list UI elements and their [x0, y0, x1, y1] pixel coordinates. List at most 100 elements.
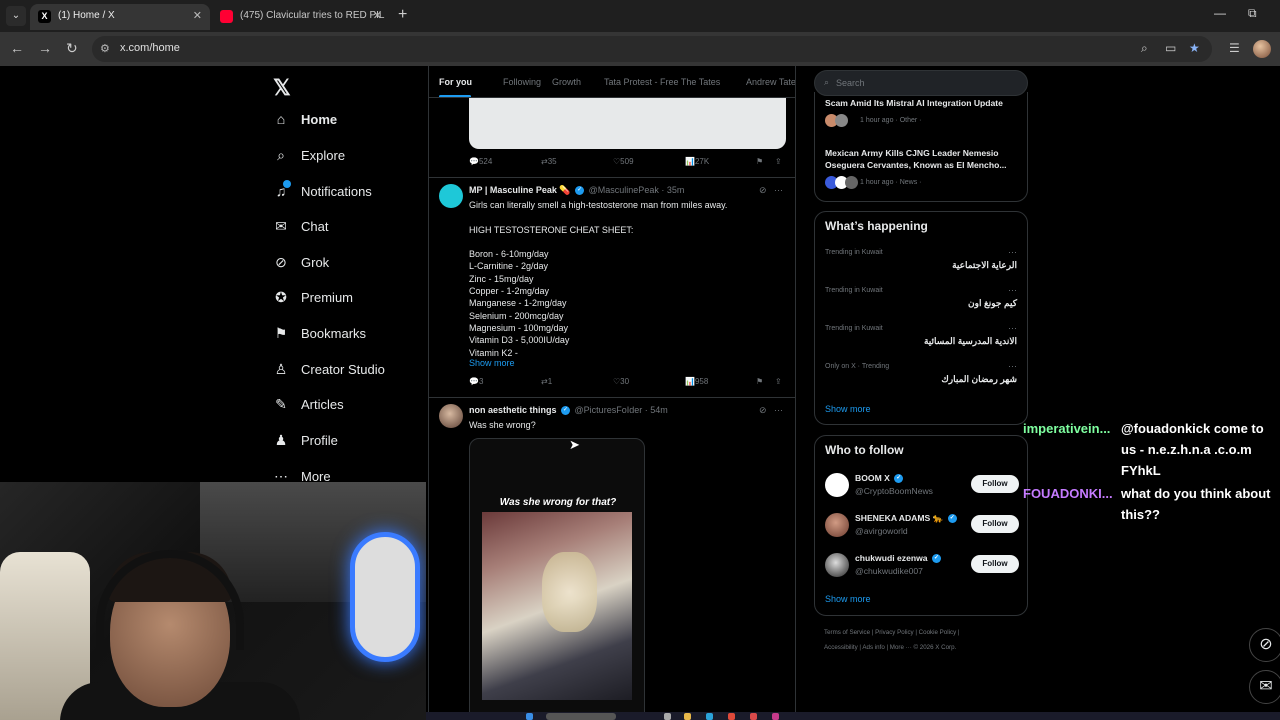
messages-float-icon[interactable]: ✉	[1249, 670, 1280, 704]
sidebar-item-bookmarks[interactable]: ⚑ Bookmarks	[272, 320, 366, 346]
tab-x-home[interactable]: X (1) Home / X ✕	[30, 4, 210, 30]
show-more-link[interactable]: Show more	[469, 358, 515, 368]
trend-item[interactable]: الاندية المدرسية المسائية	[924, 336, 1017, 347]
tab-following[interactable]: Following	[503, 77, 541, 87]
app-icon[interactable]	[772, 713, 779, 720]
show-more-link[interactable]: Show more	[825, 404, 871, 414]
site-info-icon[interactable]: ⚙	[100, 42, 110, 55]
avatar[interactable]	[439, 404, 463, 428]
browser-profile-avatar[interactable]	[1253, 40, 1271, 58]
taskbar-search[interactable]	[546, 713, 616, 720]
start-icon[interactable]	[526, 713, 533, 720]
repost-button[interactable]: ⇄ 1	[541, 377, 552, 386]
tab-tata-protest[interactable]: Tata Protest - Free The Tates	[604, 77, 720, 87]
tweet-author-name[interactable]: non aesthetic things	[469, 405, 557, 415]
repost-button[interactable]: ⇄ 35	[541, 157, 557, 166]
more-options-icon[interactable]: ···	[1008, 323, 1017, 333]
share-icon[interactable]: ⇪	[775, 157, 782, 166]
avatar[interactable]	[825, 473, 849, 497]
tab-for-you[interactable]: For you	[439, 77, 472, 87]
avatar[interactable]	[439, 184, 463, 208]
tab-growth[interactable]: Growth	[552, 77, 581, 87]
tweet-handle[interactable]: @PicturesFoIder	[575, 405, 643, 415]
news-headline[interactable]: Mexican Army Kills CJNG Leader Nemesio O…	[825, 148, 1025, 171]
bookmark-icon[interactable]: ⚑	[756, 377, 763, 386]
trend-item[interactable]: كيم جونغ اون	[968, 298, 1017, 309]
grok-icon[interactable]: ⊘	[759, 185, 767, 195]
grok-icon[interactable]: ⊘	[759, 405, 767, 415]
like-button[interactable]: ♡ 509	[613, 157, 634, 166]
timeline-feed[interactable]: For you Following Growth Tata Protest - …	[428, 66, 796, 720]
footer-line[interactable]: Accessibility | Ads info | More ··· © 20…	[824, 641, 1024, 656]
show-more-link[interactable]: Show more	[825, 594, 871, 604]
follow-user-name[interactable]: BOOM X ✓	[855, 473, 905, 484]
more-options-icon[interactable]: ···	[1008, 247, 1017, 257]
tab-youtube[interactable]: (475) Clavicular tries to RED PIL ✕	[212, 4, 390, 30]
bookmark-star-icon[interactable]: ★	[1189, 41, 1200, 55]
new-tab-button[interactable]: +	[398, 6, 407, 24]
views-button[interactable]: 📊 27K	[685, 157, 709, 166]
bookmark-icon[interactable]: ⚑	[756, 157, 763, 166]
follow-button[interactable]: Follow	[971, 475, 1019, 493]
zoom-icon[interactable]: ⌕	[1141, 41, 1148, 56]
tweet-media[interactable]	[469, 98, 786, 149]
reply-button[interactable]: 💬 524	[469, 157, 492, 166]
chrome-icon[interactable]	[728, 713, 735, 720]
tab-search-button[interactable]: ⌄	[6, 6, 26, 26]
trend-item[interactable]: الرعاية الاجتماعية	[952, 260, 1017, 271]
back-arrow-icon[interactable]: ←	[10, 40, 24, 56]
forward-arrow-icon[interactable]: →	[38, 40, 52, 56]
follow-user-handle[interactable]: @avirgoworld	[855, 526, 908, 536]
follow-button[interactable]: Follow	[971, 515, 1019, 533]
follow-user-handle[interactable]: @chukwudike007	[855, 566, 923, 576]
footer-line[interactable]: Terms of Service | Privacy Policy | Cook…	[824, 626, 1024, 641]
like-button[interactable]: ♡ 30	[613, 377, 629, 386]
follow-user-handle[interactable]: @CryptoBoomNews	[855, 486, 933, 496]
sidebar-item-creator-studio[interactable]: ♙ Creator Studio	[272, 356, 385, 382]
news-headline[interactable]: Scam Amid Its Mistral AI Integration Upd…	[825, 98, 1025, 110]
sidebar-item-articles[interactable]: ✎ Articles	[272, 391, 344, 417]
more-options-icon[interactable]: ···	[1008, 285, 1017, 295]
tweet-text-line: Selenium - 200mcg/day	[469, 310, 564, 321]
share-icon[interactable]: ⇪	[775, 377, 782, 386]
address-url[interactable]: x.com/home	[120, 42, 180, 54]
tweet-handle[interactable]: @MasculinePeak	[589, 185, 659, 195]
search-input[interactable]: Search	[836, 78, 865, 88]
maximize-button[interactable]: ⧉	[1248, 6, 1257, 21]
sidebar-item-premium[interactable]: ✪ Premium	[272, 284, 353, 310]
reload-icon[interactable]: ↻	[66, 40, 78, 57]
address-bar[interactable]: ⚙ x.com/home	[92, 36, 1212, 62]
more-options-icon[interactable]: ···	[774, 405, 783, 415]
app-icon[interactable]	[750, 713, 757, 720]
follow-user-name[interactable]: SHENEKA ADAMS 🐆 ✓	[855, 513, 959, 524]
tweet-video[interactable]: Was she wrong for that?	[469, 438, 645, 720]
task-view-icon[interactable]	[664, 713, 671, 720]
reading-list-icon[interactable]: ☰	[1229, 41, 1240, 55]
more-options-icon[interactable]: ···	[774, 185, 783, 195]
explorer-icon[interactable]	[684, 713, 691, 720]
grok-float-icon[interactable]: ⊘	[1249, 628, 1280, 662]
tweet-time[interactable]: · 54m	[645, 405, 668, 415]
sidebar-item-chat[interactable]: ✉ Chat	[272, 213, 328, 239]
tweet-author-name[interactable]: MP | Masculine Peak	[469, 185, 557, 195]
follow-button[interactable]: Follow	[971, 555, 1019, 573]
reply-button[interactable]: 💬 3	[469, 377, 483, 386]
follow-user-name[interactable]: chukwudi ezenwa ✓	[855, 553, 943, 564]
views-button[interactable]: 📊 958	[685, 377, 708, 386]
minimize-button[interactable]: —	[1214, 6, 1226, 20]
close-icon[interactable]: ✕	[373, 4, 382, 28]
trend-item[interactable]: شهر رمضان المبارك	[941, 374, 1017, 385]
sidebar-item-explore[interactable]: ⌕ Explore	[272, 142, 345, 168]
tab-andrew-tate[interactable]: Andrew Tate	[746, 77, 795, 87]
edge-icon[interactable]	[706, 713, 713, 720]
sidebar-item-home[interactable]: ⌂ Home	[272, 106, 337, 132]
sidebar-item-grok[interactable]: ⊘ Grok	[272, 249, 329, 275]
more-options-icon[interactable]: ···	[1008, 361, 1017, 371]
avatar[interactable]	[825, 553, 849, 577]
sidebar-item-profile[interactable]: ♟ Profile	[272, 427, 338, 453]
avatar[interactable]	[825, 513, 849, 537]
close-icon[interactable]: ✕	[193, 4, 202, 28]
tweet-time[interactable]: · 35m	[661, 185, 684, 195]
install-app-icon[interactable]: ▭	[1165, 41, 1176, 55]
x-logo-icon[interactable]: 𝕏	[273, 75, 291, 101]
